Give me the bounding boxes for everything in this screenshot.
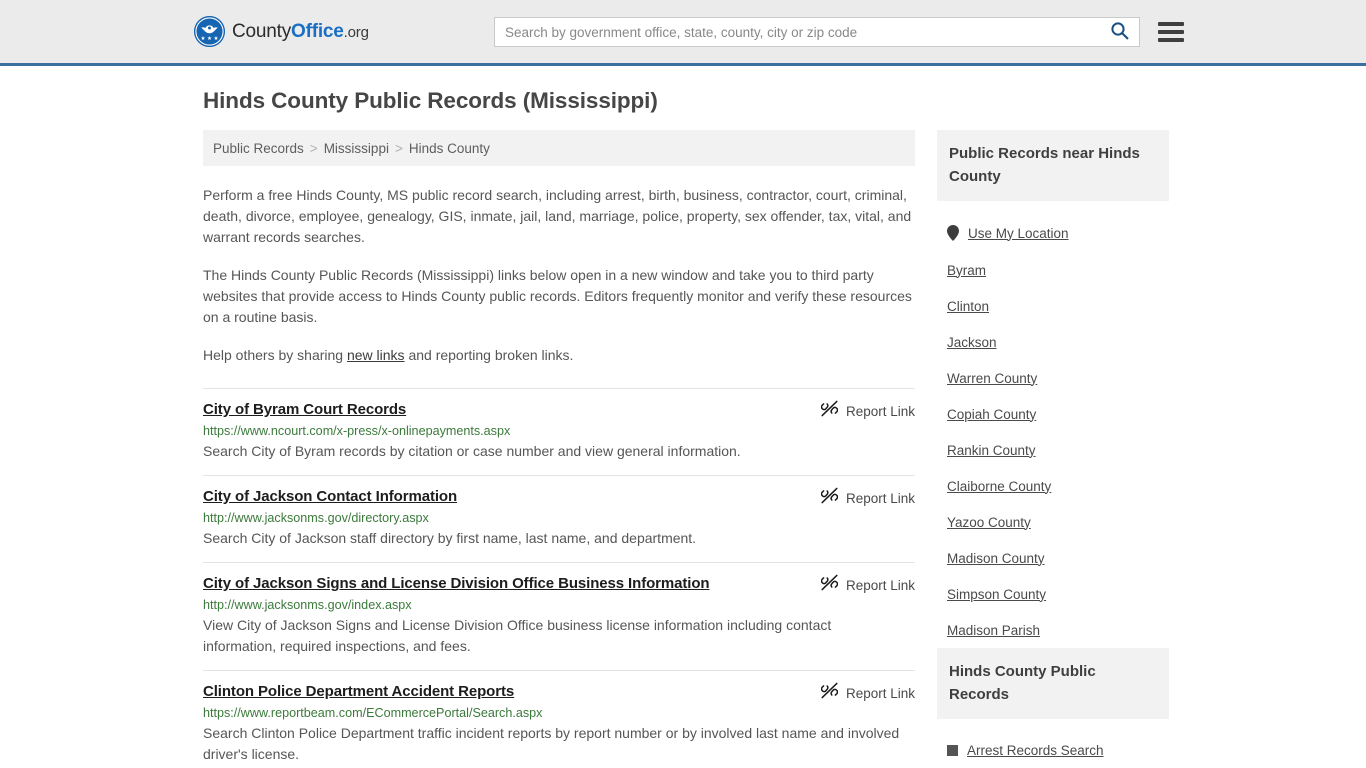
countyoffice-eagle-logo-icon [194,16,225,47]
sidebar-nearby-item[interactable]: Yazoo County [937,504,1169,540]
new-links-link[interactable]: new links [347,347,405,363]
logo-word-org: .org [343,24,369,41]
sidebar-nearby-link-claiborne-county[interactable]: Claiborne County [947,479,1051,494]
breadcrumb-item-public-records[interactable]: Public Records [213,141,304,156]
result-url: http://www.jacksonms.gov/index.aspx [203,598,412,612]
page-body: Hinds County Public Records (Mississippi… [0,66,1366,768]
results-list: City of Byram Court Records Report Link ht… [203,388,915,768]
hamburger-bar [1158,38,1184,42]
breadcrumb-separator: > [309,140,318,156]
report-link-button[interactable]: Report Link [820,487,915,509]
sidebar-county-records-list: Arrest Records SearchBirth Records Searc… [937,732,1169,768]
breadcrumb-separator: > [394,140,403,156]
broken-link-icon [820,487,839,509]
use-my-location-link[interactable]: Use My Location [968,226,1069,241]
breadcrumb-item-mississippi[interactable]: Mississippi [324,141,389,156]
sidebar-nearby-item[interactable]: Rankin County [937,432,1169,468]
content-columns: Public Records > Mississippi > Hinds County … [203,130,1366,768]
result-url: https://www.reportbeam.com/ECommercePort… [203,706,543,720]
main-column: Public Records > Mississippi > Hinds County … [203,130,915,768]
sidebar-nearby-item[interactable]: Simpson County [937,576,1169,612]
result-item: City of Jackson Signs and License Divisi… [203,562,915,670]
report-link-label: Report Link [845,403,915,419]
sidebar-nearby-link-byram[interactable]: Byram [947,263,986,278]
map-pin-icon [947,225,959,241]
sidebar-card-county-records: Hinds County Public Records Arrest Recor… [937,648,1169,768]
sidebar-card-nearby: Public Records near Hinds County Use My … [937,130,1169,648]
breadcrumb: Public Records > Mississippi > Hinds County [203,130,915,166]
sidebar-nearby-item[interactable]: Clinton [937,288,1169,324]
intro-paragraph-2: The Hinds County Public Records (Mississ… [203,267,912,325]
report-link-button[interactable]: Report Link [820,400,915,422]
breadcrumb-item-hinds-county: Hinds County [408,140,490,156]
intro-text: Perform a free Hinds County, MS public r… [203,185,915,366]
broken-link-icon [820,682,839,704]
sidebar-nearby-link-madison-county[interactable]: Madison County [947,551,1045,566]
sidebar-nearby-item[interactable]: Madison County [937,540,1169,576]
sidebar-nearby-link-jackson[interactable]: Jackson [947,335,997,350]
sidebar-nearby-link-simpson-county[interactable]: Simpson County [947,587,1046,602]
report-link-label: Report Link [845,685,915,701]
result-title-link[interactable]: Clinton Police Department Accident Repor… [203,683,514,700]
hamburger-menu-icon[interactable] [1158,22,1184,42]
search-icon [1110,21,1129,43]
logo-word-county: County [232,21,292,42]
sidebar-nearby-item[interactable]: Madison Parish [937,612,1169,648]
square-icon [947,744,958,756]
help-share-line: Help others by sharing new links and rep… [203,347,574,363]
result-title-link[interactable]: City of Byram Court Records [203,401,406,418]
result-description: Search City of Byram records by citation… [203,443,741,459]
result-title-link[interactable]: City of Jackson Signs and License Divisi… [203,575,710,592]
result-url: https://www.ncourt.com/x-press/x-onlinep… [203,424,511,438]
report-link-button[interactable]: Report Link [820,682,915,704]
site-logo-text: CountyOffice.org [232,22,369,41]
hamburger-bar [1158,30,1184,34]
result-description: Search City of Jackson staff directory b… [203,530,697,546]
sidebar-nearby-link-yazoo-county[interactable]: Yazoo County [947,515,1031,530]
sidebar-nearby-item[interactable]: Claiborne County [937,468,1169,504]
search-button[interactable] [1099,18,1139,46]
result-url: http://www.jacksonms.gov/directory.aspx [203,511,429,525]
hamburger-bar [1158,22,1184,26]
result-description: Search Clinton Police Department traffic… [203,725,900,762]
intro-paragraph-1: Perform a free Hinds County, MS public r… [203,187,912,245]
sidebar-nearby-link-madison-parish[interactable]: Madison Parish [947,623,1040,638]
sidebar-record-item[interactable]: Arrest Records Search [937,732,1169,768]
sidebar: Public Records near Hinds County Use My … [937,130,1169,768]
sidebar-nearby-item[interactable]: Warren County [937,360,1169,396]
result-item: City of Jackson Contact Information Repor… [203,475,915,562]
result-item: Clinton Police Department Accident Repor… [203,670,915,768]
site-logo[interactable]: CountyOffice.org [194,16,369,47]
result-title-link[interactable]: City of Jackson Contact Information [203,488,457,505]
header-search-area [494,17,1184,47]
report-link-label: Report Link [845,490,915,506]
sidebar-nearby-item[interactable]: Jackson [937,324,1169,360]
sidebar-nearby-link-copiah-county[interactable]: Copiah County [947,407,1036,422]
sidebar-nearby-item[interactable]: Copiah County [937,396,1169,432]
search-input[interactable] [495,18,1099,46]
broken-link-icon [820,574,839,596]
search-box[interactable] [494,17,1140,47]
sidebar-nearby-item[interactable]: Byram [937,252,1169,288]
sidebar-use-my-location[interactable]: Use My Location [937,214,1169,252]
sidebar-county-records-heading: Hinds County Public Records [937,648,1169,719]
sidebar-nearby-link-clinton[interactable]: Clinton [947,299,989,314]
page-title: Hinds County Public Records (Mississippi… [203,88,658,113]
report-link-label: Report Link [845,577,915,593]
sidebar-record-link-arrest-records-search[interactable]: Arrest Records Search [967,743,1104,758]
site-header: CountyOffice.org [0,0,1366,66]
sidebar-nearby-link-rankin-county[interactable]: Rankin County [947,443,1036,458]
sidebar-nearby-list: Use My Location Byram Clinton Jackson Warren… [937,214,1169,648]
sidebar-nearby-link-warren-county[interactable]: Warren County [947,371,1037,386]
report-link-button[interactable]: Report Link [820,574,915,596]
sidebar-nearby-heading: Public Records near Hinds County [937,130,1169,201]
broken-link-icon [820,400,839,422]
logo-word-office: Office [291,21,344,42]
result-description: View City of Jackson Signs and License D… [203,617,832,654]
result-item: City of Byram Court Records Report Link ht… [203,388,915,475]
